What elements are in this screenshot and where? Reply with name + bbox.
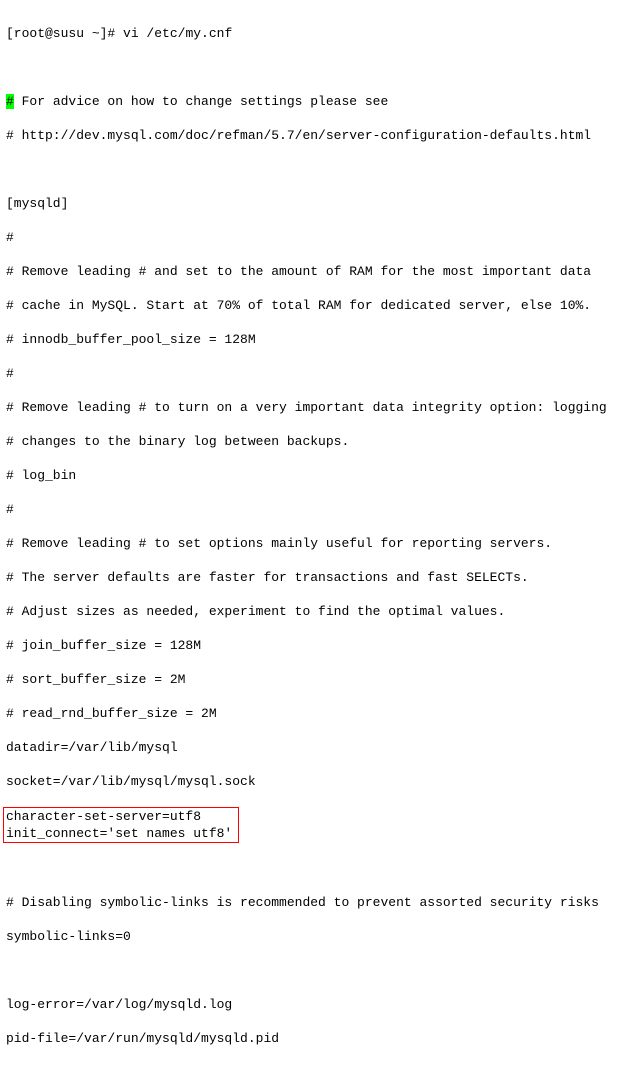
- file-line: # http://dev.mysql.com/doc/refman/5.7/en…: [6, 127, 624, 144]
- file-line: # Remove leading # to set options mainly…: [6, 535, 624, 552]
- file-line: # For advice on how to change settings p…: [6, 93, 624, 110]
- file-line: init_connect='set names utf8': [6, 825, 236, 842]
- file-line: # cache in MySQL. Start at 70% of total …: [6, 297, 624, 314]
- cursor-highlight-hash: #: [6, 94, 14, 109]
- shell-command: vi /etc/my.cnf: [123, 26, 232, 41]
- highlight-box: character-set-server=utf8init_connect='s…: [3, 807, 239, 843]
- file-line: character-set-server=utf8: [6, 808, 236, 825]
- file-line: # Adjust sizes as needed, experiment to …: [6, 603, 624, 620]
- file-line: # Disabling symbolic-links is recommende…: [6, 894, 624, 911]
- file-line: [mysqld]: [6, 195, 624, 212]
- file-line: log-error=/var/log/mysqld.log: [6, 996, 624, 1013]
- file-line: # sort_buffer_size = 2M: [6, 671, 624, 688]
- file-line: # The server defaults are faster for tra…: [6, 569, 624, 586]
- file-line: # log_bin: [6, 467, 624, 484]
- file-line: #: [6, 365, 624, 382]
- file-line: # Remove leading # to turn on a very imp…: [6, 399, 624, 416]
- file-line: datadir=/var/lib/mysql: [6, 739, 624, 756]
- file-line: # read_rnd_buffer_size = 2M: [6, 705, 624, 722]
- file-line: socket=/var/lib/mysql/mysql.sock: [6, 773, 624, 790]
- file-line: # innodb_buffer_pool_size = 128M: [6, 331, 624, 348]
- file-line: #: [6, 229, 624, 246]
- file-line: [6, 161, 624, 178]
- shell-prompt: [root@susu ~]#: [6, 26, 123, 41]
- file-line: [6, 962, 624, 979]
- file-line: # join_buffer_size = 128M: [6, 637, 624, 654]
- file-text: For advice on how to change settings ple…: [14, 94, 388, 109]
- shell-prompt-line: [root@susu ~]# vi /etc/my.cnf: [6, 25, 624, 42]
- file-line: #: [6, 501, 624, 518]
- blank-line: [6, 59, 624, 76]
- terminal-output[interactable]: [root@susu ~]# vi /etc/my.cnf # For advi…: [0, 0, 630, 1072]
- file-line: symbolic-links=0: [6, 928, 624, 945]
- file-line: [6, 860, 624, 877]
- file-line: # changes to the binary log between back…: [6, 433, 624, 450]
- file-line: pid-file=/var/run/mysqld/mysqld.pid: [6, 1030, 624, 1047]
- file-line: # Remove leading # and set to the amount…: [6, 263, 624, 280]
